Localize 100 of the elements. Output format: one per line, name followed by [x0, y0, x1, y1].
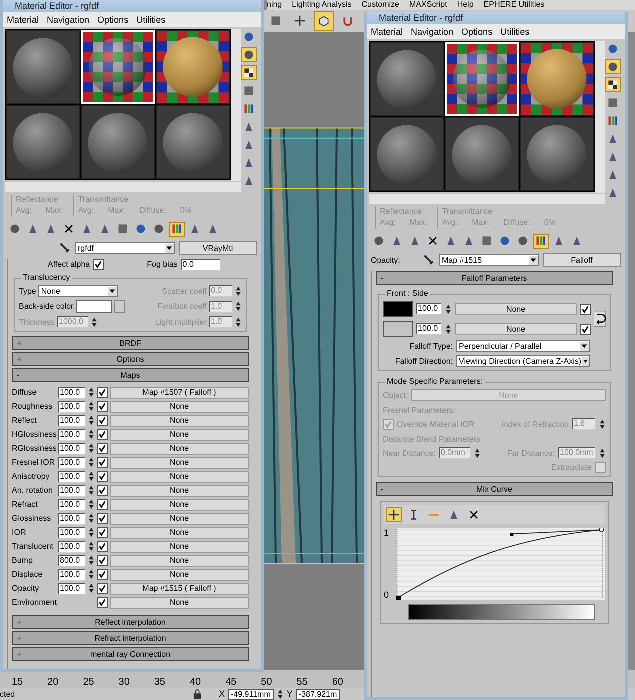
amount-field[interactable]: 100.0	[416, 303, 442, 315]
spinner-icon[interactable]	[235, 316, 242, 328]
map-button[interactable]: None	[110, 596, 249, 608]
map-button[interactable]: None	[455, 323, 577, 335]
rollout-toggle[interactable]: -	[381, 484, 384, 494]
menu-item[interactable]: Navigation	[411, 26, 454, 36]
material-slot[interactable]	[370, 42, 444, 116]
amount-field[interactable]: 100.0	[416, 323, 442, 335]
material-slot[interactable]	[6, 105, 80, 179]
material-slot[interactable]	[370, 117, 444, 191]
rollout-toggle[interactable]: -	[381, 274, 384, 282]
menu-item[interactable]: EPHERE Utilities	[484, 0, 545, 10]
amount-field[interactable]: 100.0	[58, 456, 86, 468]
map-button[interactable]: None	[110, 400, 249, 412]
type-dropdown[interactable]: None	[38, 285, 118, 297]
amount-field[interactable]: 100.0	[58, 400, 86, 412]
menu-item[interactable]: Customize	[362, 0, 400, 10]
cube-icon[interactable]	[314, 11, 334, 31]
amount-field[interactable]: 100.0	[58, 512, 86, 524]
amount-field[interactable]: 100.0	[58, 568, 86, 580]
spinner-icon[interactable]	[599, 448, 606, 458]
spinner-icon[interactable]	[88, 387, 95, 398]
swap-icon[interactable]	[594, 311, 606, 327]
material-slot[interactable]	[520, 117, 594, 191]
menu-item[interactable]: Navigation	[47, 14, 90, 24]
menu-item[interactable]: Material	[7, 14, 40, 24]
spinner-icon[interactable]	[474, 448, 481, 458]
map-button[interactable]: None	[110, 568, 249, 580]
spinner-icon[interactable]	[88, 415, 95, 426]
menu-item[interactable]: Material	[371, 26, 404, 36]
map-button[interactable]: None	[110, 554, 249, 566]
checkbox[interactable]	[97, 457, 108, 468]
amount-field[interactable]: 100.0	[58, 414, 86, 426]
scrollbar[interactable]	[369, 194, 605, 204]
name-dropdown[interactable]: Map #1515	[439, 254, 539, 266]
amount-field[interactable]: 100.0	[58, 470, 86, 482]
checkbox[interactable]	[97, 541, 108, 552]
amount-field[interactable]: 100.0	[58, 386, 86, 398]
scrollbar[interactable]	[5, 182, 241, 192]
menu-item[interactable]: Utilities	[500, 26, 530, 36]
material-type-button[interactable]: Falloff	[543, 253, 621, 267]
amount-field[interactable]: 100.0	[58, 540, 86, 552]
amount-field[interactable]: 100.0	[58, 484, 86, 496]
menu-item[interactable]: MAXScript	[410, 0, 448, 10]
checkbox[interactable]	[580, 324, 591, 334]
checkbox[interactable]	[383, 418, 394, 430]
spinner-icon[interactable]	[88, 429, 95, 440]
amount-field[interactable]: 100.0	[58, 428, 86, 440]
checkbox[interactable]	[97, 429, 108, 440]
checkbox[interactable]	[97, 485, 108, 496]
scrollbar[interactable]	[231, 29, 241, 181]
spinner-icon[interactable]	[88, 583, 95, 594]
material-slot[interactable]	[6, 30, 80, 104]
spinner-icon[interactable]	[88, 555, 95, 566]
map-button[interactable]: None	[110, 442, 249, 454]
checkbox[interactable]	[97, 499, 108, 510]
color-swatch[interactable]	[383, 321, 413, 337]
map-button[interactable]: None	[110, 512, 249, 524]
map-button[interactable]: None	[110, 470, 249, 482]
menu-item[interactable]: Options	[98, 14, 129, 24]
material-slot[interactable]	[156, 30, 230, 104]
color-swatch[interactable]	[383, 301, 413, 317]
checkbox[interactable]	[97, 513, 108, 524]
y-coordinate-field[interactable]: -387.921m	[296, 688, 340, 700]
amount-field[interactable]: 100.0	[58, 498, 86, 510]
material-slot[interactable]	[445, 117, 519, 191]
amount-field[interactable]: 100.0	[58, 526, 86, 538]
falloff-direction-dropdown[interactable]: Viewing Direction (Camera Z-Axis)	[456, 355, 590, 367]
eyedropper-icon[interactable]	[423, 254, 435, 266]
bars-icon[interactable]	[533, 234, 549, 248]
checker-icon[interactable]	[241, 65, 258, 80]
spinner-icon[interactable]	[88, 527, 95, 538]
map-button[interactable]: None	[110, 484, 249, 496]
checkbox[interactable]	[97, 597, 108, 608]
checkbox[interactable]	[97, 583, 108, 594]
checkbox[interactable]	[97, 527, 108, 538]
menu-item[interactable]: Options	[462, 26, 493, 36]
map-button[interactable]: None	[455, 303, 577, 315]
spinner-icon[interactable]	[599, 418, 606, 430]
spinner-icon[interactable]	[88, 499, 95, 510]
spinner-icon[interactable]	[276, 688, 284, 700]
menu-item[interactable]: Help	[457, 0, 474, 10]
rollout-header[interactable]: + Options	[12, 352, 249, 366]
amount-field[interactable]: 100.0	[58, 582, 86, 594]
menu-item[interactable]: Lighting Analysis	[292, 0, 352, 10]
spinner-icon[interactable]	[445, 324, 452, 334]
material-slot[interactable]	[81, 105, 155, 179]
material-type-button[interactable]: VRayMtl	[179, 241, 257, 255]
color-swatch[interactable]	[76, 300, 112, 313]
spinner-icon[interactable]	[88, 471, 95, 482]
fog-bias-field[interactable]: 0.0	[180, 259, 221, 270]
checkbox[interactable]	[97, 387, 108, 398]
map-button[interactable]: None	[110, 498, 249, 510]
spinner-icon[interactable]	[88, 457, 95, 468]
map-button[interactable]: None	[110, 526, 249, 538]
spinner-icon[interactable]	[88, 443, 95, 454]
checkbox[interactable]	[97, 401, 108, 412]
checkbox[interactable]	[97, 569, 108, 580]
rollout-toggle[interactable]: +	[17, 354, 22, 364]
spinner-icon[interactable]	[88, 485, 95, 496]
